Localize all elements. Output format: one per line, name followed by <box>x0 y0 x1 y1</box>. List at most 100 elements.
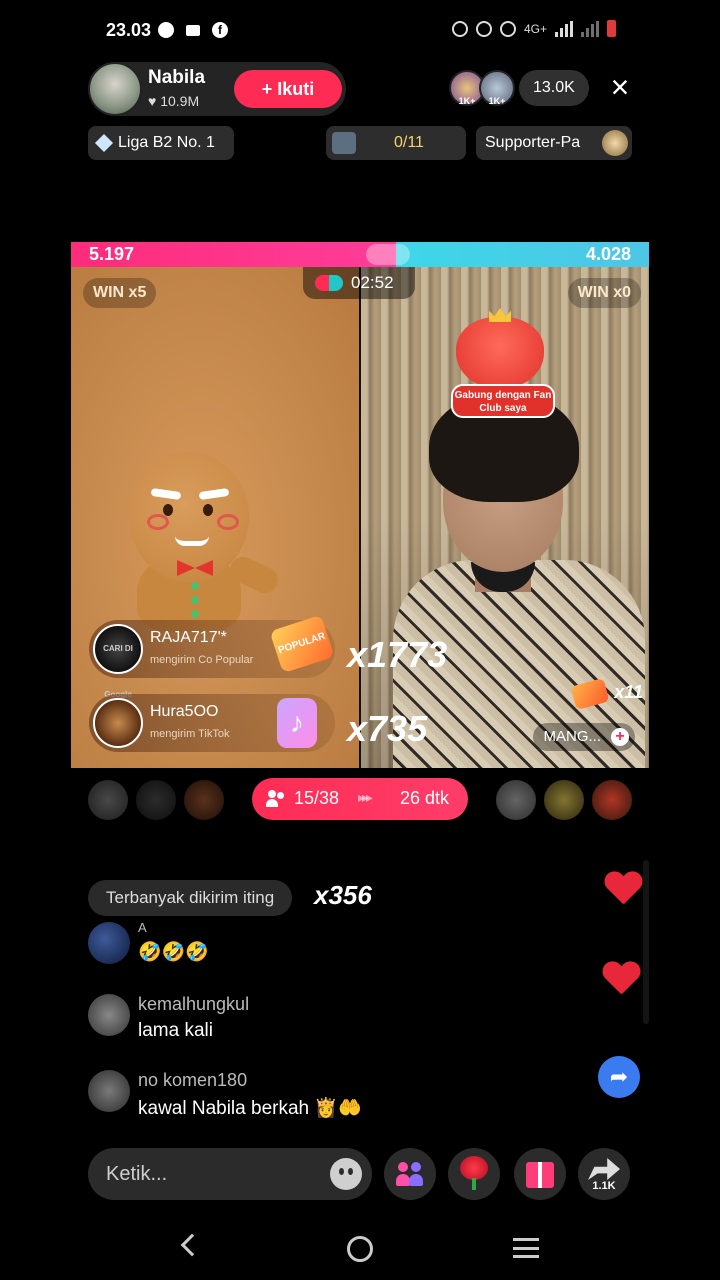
right-gift-multiplier: x11 <box>614 682 643 702</box>
chat-avatar[interactable] <box>88 994 130 1036</box>
gingerbread-button <box>191 610 199 618</box>
facebook-icon: f <box>212 22 228 38</box>
gifter-name: RAJA717'* <box>150 629 227 646</box>
chat-username[interactable]: no komen180 <box>138 1070 247 1091</box>
gingerbread-cheek <box>147 514 169 530</box>
viewer-badge: 1K+ <box>488 96 506 106</box>
right-top-gifter-avatar[interactable] <box>496 780 536 820</box>
battery-icon <box>607 20 616 37</box>
battle-timer: 02:52 <box>303 267 415 299</box>
chat-text: lama kali <box>138 1020 213 1041</box>
follow-opponent-icon[interactable]: + <box>611 728 629 746</box>
host-avatar[interactable] <box>88 62 142 116</box>
heart-icon <box>602 962 640 996</box>
gift-multiplier: x1773 <box>347 634 448 675</box>
heart-icon <box>604 872 642 906</box>
share-arrow-icon[interactable]: ➦ <box>598 1056 640 1098</box>
opponent-name: MANG... <box>543 728 601 745</box>
score-marker <box>366 244 410 265</box>
fanclub-banner[interactable]: Gabung dengan Fan Club saya <box>451 384 555 418</box>
stream-divider <box>359 267 361 768</box>
gifter-avatar[interactable] <box>93 698 143 748</box>
match-countdown: 26 dtk <box>400 788 450 808</box>
gift-notification: Hura5OO mengirim TikTok ♪ <box>89 694 335 752</box>
top-sent-multiplier: x356 <box>314 880 372 910</box>
supporter-label: Supporter-Pa <box>485 134 581 151</box>
gingerbread-button <box>191 596 199 604</box>
left-top-gifter-avatar[interactable] <box>184 780 224 820</box>
viewer-count[interactable]: 13.0K <box>519 70 589 106</box>
host-info[interactable]: Nabila ♥ 10.9M + Ikuti <box>88 62 346 116</box>
rose-stem <box>472 1178 476 1190</box>
gift-button[interactable] <box>514 1148 566 1200</box>
gift-description: mengirim Co Popular <box>150 654 254 666</box>
top-viewer-avatar[interactable]: 1K+ <box>479 70 515 106</box>
system-nav-bar <box>0 1220 720 1280</box>
host-name: Nabila <box>148 67 206 88</box>
comment-box[interactable] <box>88 1148 372 1200</box>
cast-icon <box>499 20 516 37</box>
score-left: 5.197 <box>89 244 135 264</box>
gift-notification: CARI DI Google RAJA717'* mengirim Co Pop… <box>89 614 335 699</box>
supporter-chip[interactable]: Supporter-Pa <box>476 126 632 160</box>
viewer-list[interactable]: 1K+ 1K+ 13.0K <box>449 70 589 106</box>
diamond-icon <box>94 133 114 153</box>
gifter-name: Hura5OO <box>150 703 219 720</box>
fanclub-heart-icon[interactable] <box>456 317 544 389</box>
chat-avatar[interactable] <box>88 1070 130 1112</box>
goal-progress-chip[interactable]: 0/11 <box>326 126 466 160</box>
nfc-icon <box>475 20 492 37</box>
opponent-name-pill[interactable]: MANG... + <box>533 723 635 751</box>
emoji-icon[interactable] <box>330 1158 362 1190</box>
chat-avatar[interactable] <box>88 922 130 964</box>
video-icon <box>186 25 200 36</box>
signal-2-icon <box>581 20 599 37</box>
status-bar: 23.03 f 4G+ <box>0 0 720 62</box>
gifter-avatar[interactable]: CARI DI Google <box>93 624 143 699</box>
pk-battle: 5.197 4.028 WIN x5 WIN x0 02:52 Gabung d… <box>71 242 649 768</box>
share-icon <box>588 1158 620 1180</box>
left-top-gifter-avatar[interactable] <box>88 780 128 820</box>
multi-guest-button[interactable] <box>384 1148 436 1200</box>
comment-input[interactable] <box>106 1158 326 1190</box>
rose-gift-button[interactable] <box>448 1148 500 1200</box>
league-chip[interactable]: Liga B2 No. 1 <box>88 126 234 160</box>
fast-forward-icon: ▸▸▸ <box>358 789 373 805</box>
left-top-gifter-avatar[interactable] <box>136 780 176 820</box>
top-sent-banner: Terbanyak dikirim iting <box>88 880 293 916</box>
status-time: 23.03 <box>106 20 152 40</box>
gingerbread-button <box>191 582 199 590</box>
alarm-icon <box>451 20 468 37</box>
host-likes-value: 10.9M <box>160 93 200 109</box>
people-icon <box>266 790 286 808</box>
score-bar <box>71 242 649 267</box>
close-button[interactable]: × <box>604 71 636 104</box>
right-top-gifter-avatar[interactable] <box>544 780 584 820</box>
people-icon <box>396 1160 424 1188</box>
right-top-gifter-avatar[interactable] <box>592 780 632 820</box>
battle-ranking-row: 15/38 ▸▸▸ 26 dtk <box>88 778 634 822</box>
chat-bubble-icon <box>158 22 174 38</box>
back-icon[interactable] <box>180 1233 204 1257</box>
follow-button[interactable]: + Ikuti <box>234 70 342 108</box>
signal-icon <box>555 20 573 37</box>
gingerbread-cheek <box>217 514 239 530</box>
chat-username[interactable]: A <box>138 920 147 935</box>
viewer-badge: 1K+ <box>458 96 476 106</box>
notification-icons: f <box>158 22 228 38</box>
chat-username[interactable]: kemalhungkul <box>138 994 249 1015</box>
system-icons: 4G+ <box>451 20 616 37</box>
match-status-pill[interactable]: 15/38 ▸▸▸ 26 dtk <box>252 778 468 820</box>
score-right: 4.028 <box>585 244 631 264</box>
gingerbread-eye <box>163 504 173 516</box>
home-icon[interactable] <box>347 1236 373 1262</box>
share-button[interactable]: 1.1K <box>578 1148 630 1200</box>
recents-icon[interactable] <box>513 1238 539 1258</box>
gift-multiplier: x735 <box>347 708 428 749</box>
rose-icon <box>460 1156 488 1180</box>
chat-scrollbar[interactable] <box>643 860 649 1024</box>
win-streak-left: WIN x5 <box>83 278 157 308</box>
goal-progress: 0/11 <box>394 134 424 151</box>
win-streak-right: WIN x0 <box>567 278 641 308</box>
league-label: Liga B2 No. 1 <box>118 134 215 151</box>
